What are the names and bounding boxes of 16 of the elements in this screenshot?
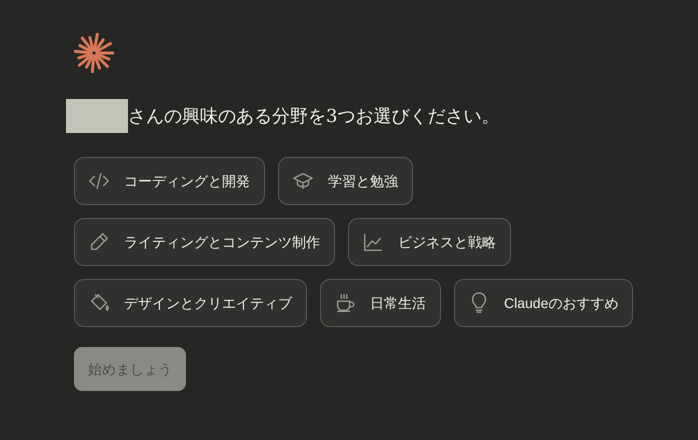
pencil-icon bbox=[88, 231, 110, 253]
interest-chip[interactable]: Claudeのおすすめ bbox=[454, 279, 634, 327]
graduation-cap-icon bbox=[292, 170, 314, 192]
interest-chip[interactable]: コーディングと開発 bbox=[74, 157, 265, 205]
redacted-name-block bbox=[66, 99, 128, 133]
interest-chip[interactable]: デザインとクリエイティブ bbox=[74, 279, 307, 327]
asterisk-logo-icon bbox=[74, 33, 114, 73]
code-icon bbox=[88, 170, 110, 192]
paint-bucket-icon bbox=[88, 292, 110, 314]
interest-chip[interactable]: ビジネスと戦略 bbox=[348, 218, 511, 266]
interest-chip[interactable]: 学習と勉強 bbox=[278, 157, 413, 205]
heading: さんの興味のある分野を3つお選びください。 bbox=[128, 104, 500, 128]
interest-chip[interactable]: 日常生活 bbox=[320, 279, 441, 327]
line-chart-icon bbox=[362, 231, 384, 253]
coffee-cup-icon bbox=[334, 292, 356, 314]
interest-chip[interactable]: ライティングとコンテンツ制作 bbox=[74, 218, 335, 266]
